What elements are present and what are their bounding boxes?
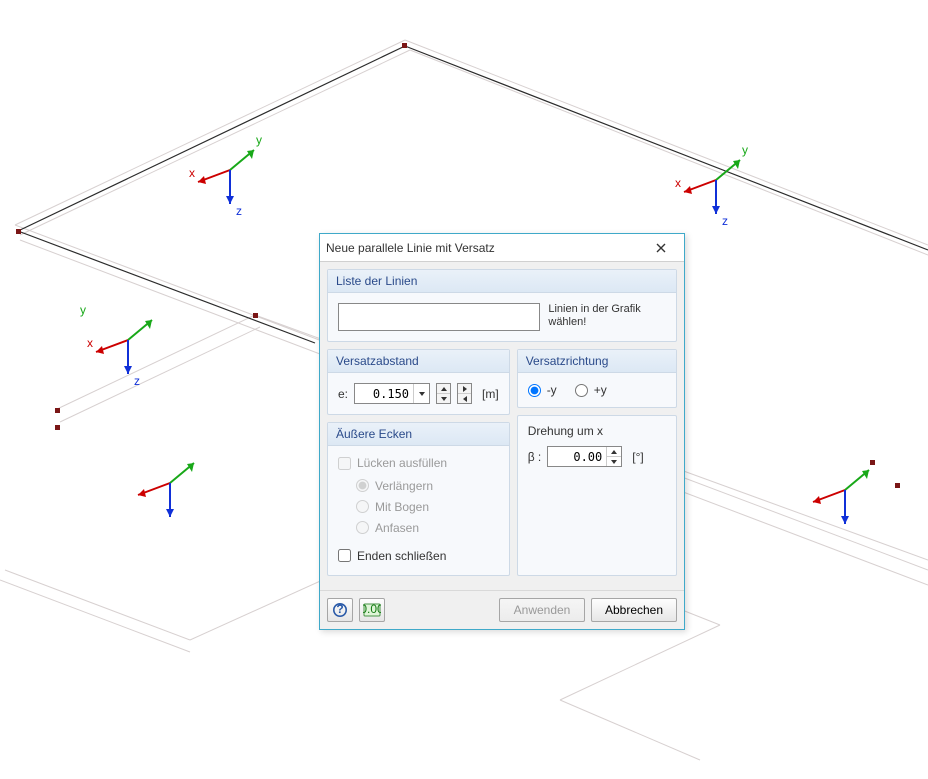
offset-spin-up[interactable] — [437, 384, 450, 393]
group-outer-corners-title: Äußere Ecken — [328, 423, 509, 446]
opt-chamfer-label: Anfasen — [375, 521, 419, 535]
dialog-titlebar[interactable]: Neue parallele Linie mit Versatz — [320, 234, 684, 262]
axis-z-label-2: z — [722, 214, 728, 228]
opt-extend: Verlängern — [356, 479, 499, 493]
offset-dropdown-icon[interactable] — [413, 384, 429, 403]
dialog-content: Liste der Linien Linien in der Grafik wä… — [320, 262, 684, 590]
close-ends-label: Enden schließen — [357, 549, 446, 563]
rotation-value-box[interactable] — [547, 446, 622, 467]
opt-extend-label: Verlängern — [375, 479, 433, 493]
svg-text:0.00: 0.00 — [363, 603, 381, 616]
rotation-label: β : — [528, 450, 542, 464]
offset-spin-down[interactable] — [437, 393, 450, 403]
opt-arc-label: Mit Bogen — [375, 500, 429, 514]
line-list-hint: Linien in der Grafik wählen! — [548, 303, 666, 329]
offset-spin[interactable] — [436, 383, 451, 404]
offset-unit: [m] — [482, 387, 499, 401]
rotation-title: Drehung um x — [528, 424, 666, 438]
close-ends-checkbox[interactable] — [338, 549, 351, 562]
axis-x-label-2: x — [675, 176, 681, 190]
close-ends-check[interactable]: Enden schließen — [338, 549, 446, 563]
dialog-title: Neue parallele Linie mit Versatz — [326, 241, 644, 255]
axis-y-label-2: y — [742, 143, 748, 157]
rotation-unit: [°] — [632, 450, 643, 464]
offset-value-combo[interactable] — [354, 383, 430, 404]
axis-z-label-3: z — [134, 374, 140, 388]
group-offset-direction: Versatzrichtung -y +y — [517, 349, 677, 408]
group-line-list: Liste der Linien Linien in der Grafik wä… — [327, 269, 677, 342]
rotation-spin-down[interactable] — [607, 456, 621, 466]
dir-neg-y[interactable]: -y — [528, 383, 557, 397]
group-offset-direction-title: Versatzrichtung — [518, 350, 676, 373]
group-rotation: Drehung um x β : [°] — [517, 415, 677, 576]
offset-label: e: — [338, 387, 348, 401]
group-offset-distance: Versatzabstand e: — [327, 349, 510, 415]
rotation-spin-up[interactable] — [607, 447, 621, 456]
parallel-line-offset-dialog: Neue parallele Linie mit Versatz Liste d… — [319, 233, 685, 630]
svg-text:?: ? — [336, 602, 343, 616]
opt-arc: Mit Bogen — [356, 500, 499, 514]
help-button[interactable]: ? — [327, 598, 353, 622]
offset-step-left[interactable] — [458, 393, 471, 403]
axis-x-label-3: x — [87, 336, 93, 350]
group-offset-distance-title: Versatzabstand — [328, 350, 509, 373]
dir-pos-y[interactable]: +y — [575, 383, 607, 397]
axis-z-label-1: z — [236, 204, 242, 218]
axis-y-label-1: y — [256, 133, 262, 147]
close-button[interactable] — [644, 237, 678, 259]
opt-chamfer: Anfasen — [356, 521, 499, 535]
cancel-button[interactable]: Abbrechen — [591, 598, 677, 622]
apply-button-label: Anwenden — [514, 603, 571, 617]
offset-value-input[interactable] — [355, 384, 413, 403]
dir-neg-y-radio[interactable] — [528, 384, 541, 397]
line-list-input[interactable] — [338, 303, 540, 331]
rotation-value-input[interactable] — [548, 447, 606, 466]
axis-x-label-1: x — [189, 166, 195, 180]
fill-gaps-check[interactable]: Lücken ausfüllen — [338, 456, 447, 470]
opt-chamfer-radio — [356, 521, 369, 534]
dir-pos-y-radio[interactable] — [575, 384, 588, 397]
dir-pos-y-label: +y — [594, 383, 607, 397]
units-button[interactable]: 0.00 — [359, 598, 385, 622]
axis-y-label-3: y — [80, 303, 86, 317]
apply-button[interactable]: Anwenden — [499, 598, 585, 622]
group-outer-corners: Äußere Ecken Lücken ausfüllen Verlängern — [327, 422, 510, 576]
fill-gaps-checkbox[interactable] — [338, 457, 351, 470]
offset-step[interactable] — [457, 383, 472, 404]
cancel-button-label: Abbrechen — [605, 603, 663, 617]
fill-gaps-label: Lücken ausfüllen — [357, 456, 447, 470]
opt-extend-radio — [356, 479, 369, 492]
group-line-list-title: Liste der Linien — [328, 270, 676, 293]
offset-step-right[interactable] — [458, 384, 471, 393]
dialog-button-bar: ? 0.00 Anwenden Abbrechen — [320, 590, 684, 629]
opt-arc-radio — [356, 500, 369, 513]
dir-neg-y-label: -y — [547, 383, 557, 397]
